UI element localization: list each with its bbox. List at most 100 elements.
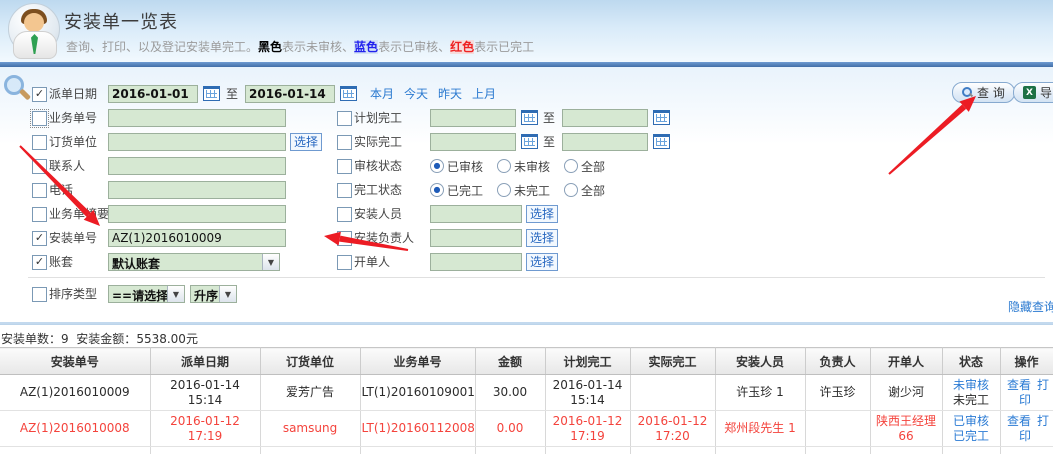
page-subtitle: 查询、打印、以及登记安装单完工。黑色表示未审核、蓝色表示已审核、红色表示已完工 bbox=[66, 38, 534, 55]
action-link[interactable]: 查看 bbox=[1007, 378, 1031, 392]
biz-no-checkbox[interactable] bbox=[32, 111, 47, 126]
contact-input[interactable] bbox=[108, 157, 286, 175]
order-unit-input[interactable] bbox=[108, 133, 286, 151]
sort-type-label: 排序类型 bbox=[49, 284, 97, 304]
col-header: 业务单号 bbox=[360, 348, 475, 375]
sort-type-checkbox[interactable] bbox=[32, 287, 47, 302]
filter-row-phone: 电话 bbox=[30, 180, 330, 200]
account-checkbox[interactable]: ✓ bbox=[32, 255, 47, 270]
query-button[interactable]: 查 询 bbox=[952, 82, 1015, 103]
phone-checkbox[interactable] bbox=[32, 183, 47, 198]
calendar-icon[interactable] bbox=[521, 134, 538, 149]
link-today[interactable]: 今天 bbox=[404, 84, 428, 104]
audit-status-radio-audited[interactable]: ● bbox=[430, 159, 444, 173]
actual-finish-from-input[interactable] bbox=[430, 133, 516, 151]
audit-status-radio-unaudited[interactable] bbox=[497, 159, 511, 173]
biz-no-input[interactable] bbox=[108, 109, 286, 127]
table-cell bbox=[475, 447, 545, 454]
plan-finish-to-input[interactable] bbox=[562, 109, 648, 127]
installation-order-list-page: 安装单一览表 查询、打印、以及登记安装单完工。黑色表示未审核、蓝色表示已审核、红… bbox=[0, 0, 1053, 454]
creator-input[interactable] bbox=[430, 253, 522, 271]
radio-label: 未完工 bbox=[514, 182, 550, 199]
phone-input[interactable] bbox=[108, 181, 286, 199]
link-last-month[interactable]: 上月 bbox=[472, 84, 496, 104]
installer-select-button[interactable]: 选择 bbox=[526, 205, 558, 223]
sort-type-select[interactable]: ==请选择== bbox=[108, 285, 185, 303]
search-icon bbox=[962, 87, 973, 98]
status-cell: 已审核 bbox=[942, 447, 1000, 454]
audit-status-radio-all[interactable] bbox=[564, 159, 578, 173]
legend-red: 红色 bbox=[450, 40, 474, 54]
install-no-checkbox[interactable]: ✓ bbox=[32, 231, 47, 246]
dispatch-date-checkbox[interactable]: ✓ bbox=[32, 87, 47, 102]
order-unit-checkbox[interactable] bbox=[32, 135, 47, 150]
table-row: AZ(1)20160100082016-01-12 17:19samsungLT… bbox=[0, 411, 1053, 447]
creator-label: 开单人 bbox=[354, 252, 390, 272]
actions-cell: 查看打印 bbox=[1000, 375, 1053, 411]
link-this-month[interactable]: 本月 bbox=[370, 84, 394, 104]
table-cell: 2016-01-11 bbox=[545, 447, 630, 454]
calendar-icon[interactable] bbox=[521, 110, 538, 125]
table-cell bbox=[805, 447, 870, 454]
dispatch-date-from-input[interactable] bbox=[108, 85, 198, 103]
filter-row-install-no: ✓ 安装单号 bbox=[30, 228, 330, 248]
status-text[interactable]: 已审核 bbox=[944, 414, 999, 429]
action-link[interactable]: 查看 bbox=[1007, 414, 1031, 428]
calendar-icon[interactable] bbox=[653, 134, 670, 149]
sort-order-select-value: 升序 bbox=[191, 286, 219, 302]
table-cell bbox=[805, 411, 870, 447]
install-leader-input[interactable] bbox=[430, 229, 522, 247]
biz-summary-checkbox[interactable] bbox=[32, 207, 47, 222]
magnifier-icon bbox=[4, 75, 32, 103]
creator-checkbox[interactable] bbox=[337, 255, 352, 270]
filter-row-actual-finish: 实际完工 至 bbox=[335, 132, 695, 152]
finish-status-radio-all[interactable] bbox=[564, 183, 578, 197]
actual-finish-checkbox[interactable] bbox=[337, 135, 352, 150]
export-button[interactable]: 导出 bbox=[1013, 82, 1053, 103]
install-no-input[interactable] bbox=[108, 229, 286, 247]
contact-checkbox[interactable] bbox=[32, 159, 47, 174]
finish-status-checkbox[interactable] bbox=[337, 183, 352, 198]
install-leader-checkbox[interactable] bbox=[337, 231, 352, 246]
plan-finish-checkbox[interactable] bbox=[337, 111, 352, 126]
orders-table: 安装单号 派单日期 订货单位 业务单号 金额 计划完工 实际完工 安装人员 负责… bbox=[0, 347, 1053, 454]
installer-input[interactable] bbox=[430, 205, 522, 223]
actions-cell bbox=[1000, 447, 1053, 454]
filter-row-audit-status: 审核状态 ●已审核 未审核 全部 bbox=[335, 156, 665, 176]
plan-finish-from-input[interactable] bbox=[430, 109, 516, 127]
hide-query-link[interactable]: 隐藏查询 bbox=[1008, 298, 1053, 315]
table-cell bbox=[260, 447, 360, 454]
calendar-icon[interactable] bbox=[203, 86, 220, 101]
col-header: 派单日期 bbox=[150, 348, 260, 375]
creator-select-button[interactable]: 选择 bbox=[526, 253, 558, 271]
filter-row-account: ✓ 账套 默认账套 bbox=[30, 252, 330, 272]
status-text[interactable]: 已完工 bbox=[944, 429, 999, 444]
subtitle-text: 表示已审核、 bbox=[378, 40, 450, 54]
avatar-face bbox=[24, 13, 44, 32]
order-unit-select-button[interactable]: 选择 bbox=[290, 133, 322, 151]
phone-label: 电话 bbox=[49, 180, 73, 200]
audit-status-checkbox[interactable] bbox=[337, 159, 352, 174]
table-cell: 2016-01-14 15:14 bbox=[545, 375, 630, 411]
status-text[interactable]: 未审核 bbox=[944, 378, 999, 393]
col-header: 负责人 bbox=[805, 348, 870, 375]
chevron-down-icon bbox=[167, 286, 184, 302]
actual-finish-to-input[interactable] bbox=[562, 133, 648, 151]
col-header: 开单人 bbox=[870, 348, 942, 375]
calendar-icon[interactable] bbox=[653, 110, 670, 125]
biz-summary-input[interactable] bbox=[108, 205, 286, 223]
finish-status-radio-unfinished[interactable] bbox=[497, 183, 511, 197]
installer-checkbox[interactable] bbox=[337, 207, 352, 222]
finish-status-label: 完工状态 bbox=[354, 180, 402, 200]
excel-icon bbox=[1023, 86, 1036, 99]
account-select[interactable]: 默认账套 bbox=[108, 253, 280, 271]
dispatch-date-to-input[interactable] bbox=[245, 85, 335, 103]
calendar-icon[interactable] bbox=[340, 86, 357, 101]
link-yesterday[interactable]: 昨天 bbox=[438, 84, 462, 104]
sort-order-select[interactable]: 升序 bbox=[190, 285, 237, 303]
subtitle-text: 表示已完工 bbox=[474, 40, 534, 54]
table-cell: 许玉珍 1 bbox=[715, 375, 805, 411]
install-leader-select-button[interactable]: 选择 bbox=[526, 229, 558, 247]
finish-status-radio-finished[interactable]: ● bbox=[430, 183, 444, 197]
dispatch-date-label: 派单日期 bbox=[49, 84, 97, 104]
